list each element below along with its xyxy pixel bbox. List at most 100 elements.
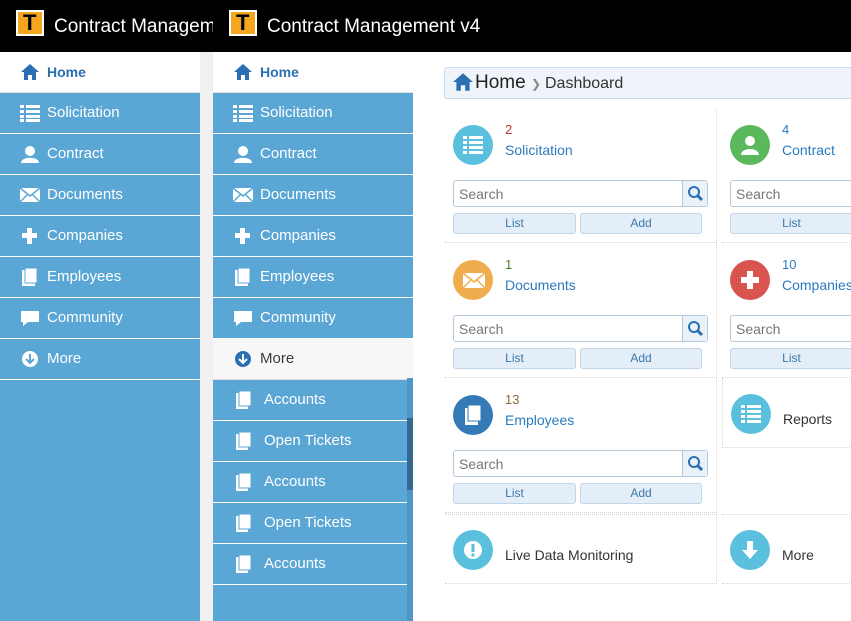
search-button[interactable] (682, 181, 707, 206)
search-input[interactable] (731, 181, 851, 206)
plus-icon (741, 271, 759, 289)
card-solicitation: 2 Solicitation List Add (445, 108, 717, 243)
sidebar-item-employees[interactable]: Employees (213, 257, 413, 298)
alert-icon (464, 541, 482, 559)
add-button[interactable]: Add (580, 213, 702, 234)
search-input[interactable] (454, 181, 679, 206)
book-icon (235, 268, 251, 286)
sidebar-item-companies[interactable]: Companies (213, 216, 413, 257)
app-title-main: Contract Management v4 (267, 16, 481, 37)
search-input[interactable] (731, 316, 851, 341)
arrow-down-circle-icon (235, 351, 251, 367)
list-button[interactable]: List (730, 348, 851, 369)
book-icon (236, 555, 252, 573)
arrow-down-circle-icon (22, 351, 38, 367)
card-label: Reports (783, 411, 833, 427)
sidebar-item-home[interactable]: Home (0, 52, 200, 93)
sidebar-item-more[interactable]: More (0, 339, 200, 380)
book-icon (236, 432, 252, 450)
card-more[interactable]: More (722, 514, 851, 584)
comment-icon (234, 311, 252, 326)
sidebar-item-solicitation[interactable]: Solicitation (0, 93, 200, 134)
app-header: T Contract Manageme (0, 0, 213, 52)
add-button[interactable]: Add (580, 348, 702, 369)
sidebar-menu-main: Home Solicitation Contract Documents Com… (213, 52, 413, 621)
search-button[interactable] (682, 316, 707, 341)
card-count: 4 (782, 122, 790, 137)
card-count: 1 (505, 257, 513, 272)
book-icon (236, 391, 252, 409)
list-button[interactable]: List (730, 213, 851, 234)
sidebar-item-contract[interactable]: Contract (213, 134, 413, 175)
submenu-item-accounts[interactable]: Accounts (213, 462, 407, 503)
card-contract: 4 Contract List (722, 108, 851, 243)
user-icon (234, 146, 252, 163)
list-button[interactable]: List (453, 348, 576, 369)
card-documents: 1 Documents List Add (445, 243, 717, 378)
card-reports[interactable]: Reports (722, 378, 851, 448)
list-button[interactable]: List (453, 213, 576, 234)
add-button[interactable]: Add (580, 483, 702, 504)
book-icon (22, 268, 38, 286)
submenu-item-open-tickets[interactable]: Open Tickets (213, 503, 407, 544)
sidebar-item-documents[interactable]: Documents (0, 175, 200, 216)
card-live-data-monitoring[interactable]: Live Data Monitoring (445, 514, 717, 584)
plus-icon (22, 228, 37, 244)
window-left: T Contract Manageme Home Solicitation Co… (0, 0, 213, 621)
app-header-main: T Contract Management v4 (213, 0, 851, 52)
breadcrumb-current: Dashboard (545, 75, 624, 92)
submenu-item-open-tickets[interactable]: Open Tickets (213, 421, 407, 462)
card-icon-circle (731, 394, 771, 434)
card-label[interactable]: Employees (505, 412, 574, 428)
sidebar-item-documents[interactable]: Documents (213, 175, 413, 216)
sidebar-item-home[interactable]: Home (213, 52, 413, 93)
app-logo: T (16, 10, 44, 36)
home-icon (234, 64, 252, 80)
breadcrumb: Home ❯ Dashboard (444, 67, 851, 99)
card-label: Live Data Monitoring (505, 547, 634, 563)
list-icon (20, 105, 40, 122)
submenu-item-accounts[interactable]: Accounts (213, 544, 407, 585)
sidebar-item-contract[interactable]: Contract (0, 134, 200, 175)
sidebar-item-community[interactable]: Community (213, 298, 413, 339)
card-count: 13 (505, 392, 520, 407)
sidebar-item-solicitation[interactable]: Solicitation (213, 93, 413, 134)
card-employees: 13 Employees List Add (445, 378, 717, 513)
card-label[interactable]: Companies (782, 277, 851, 293)
search-field (730, 180, 851, 207)
card-label: More (782, 547, 814, 563)
breadcrumb-home[interactable]: Home (475, 72, 526, 94)
home-icon (453, 73, 473, 91)
sidebar-item-community[interactable]: Community (0, 298, 200, 339)
home-icon (21, 64, 39, 80)
card-icon-circle (453, 125, 493, 165)
submenu: Accounts Open Tickets Accounts Open Tick… (213, 380, 413, 621)
submenu-item-accounts[interactable]: Accounts (213, 380, 407, 421)
sidebar-filler (0, 380, 200, 621)
card-label[interactable]: Contract (782, 142, 835, 158)
comment-icon (21, 311, 39, 326)
sidebar-menu: Home Solicitation Contract Documents Com… (0, 52, 200, 621)
sidebar-item-more[interactable]: More (213, 339, 413, 380)
search-button[interactable] (682, 451, 707, 476)
book-icon (236, 514, 252, 532)
sidebar-item-companies[interactable]: Companies (0, 216, 200, 257)
app-title: Contract Manageme (54, 16, 213, 37)
card-label[interactable]: Documents (505, 277, 576, 293)
card-label[interactable]: Solicitation (505, 142, 573, 158)
card-icon-circle (453, 530, 493, 570)
list-button[interactable]: List (453, 483, 576, 504)
card-count: 10 (782, 257, 797, 272)
sidebar-item-employees[interactable]: Employees (0, 257, 200, 298)
book-icon (236, 473, 252, 491)
envelope-icon (233, 187, 253, 203)
search-input[interactable] (454, 316, 679, 341)
list-icon (741, 405, 761, 423)
search-icon (688, 321, 704, 337)
search-icon (688, 456, 704, 472)
user-icon (21, 146, 39, 163)
envelope-icon (463, 272, 485, 289)
search-input[interactable] (454, 451, 679, 476)
plus-icon (235, 228, 250, 244)
search-field (453, 315, 708, 342)
